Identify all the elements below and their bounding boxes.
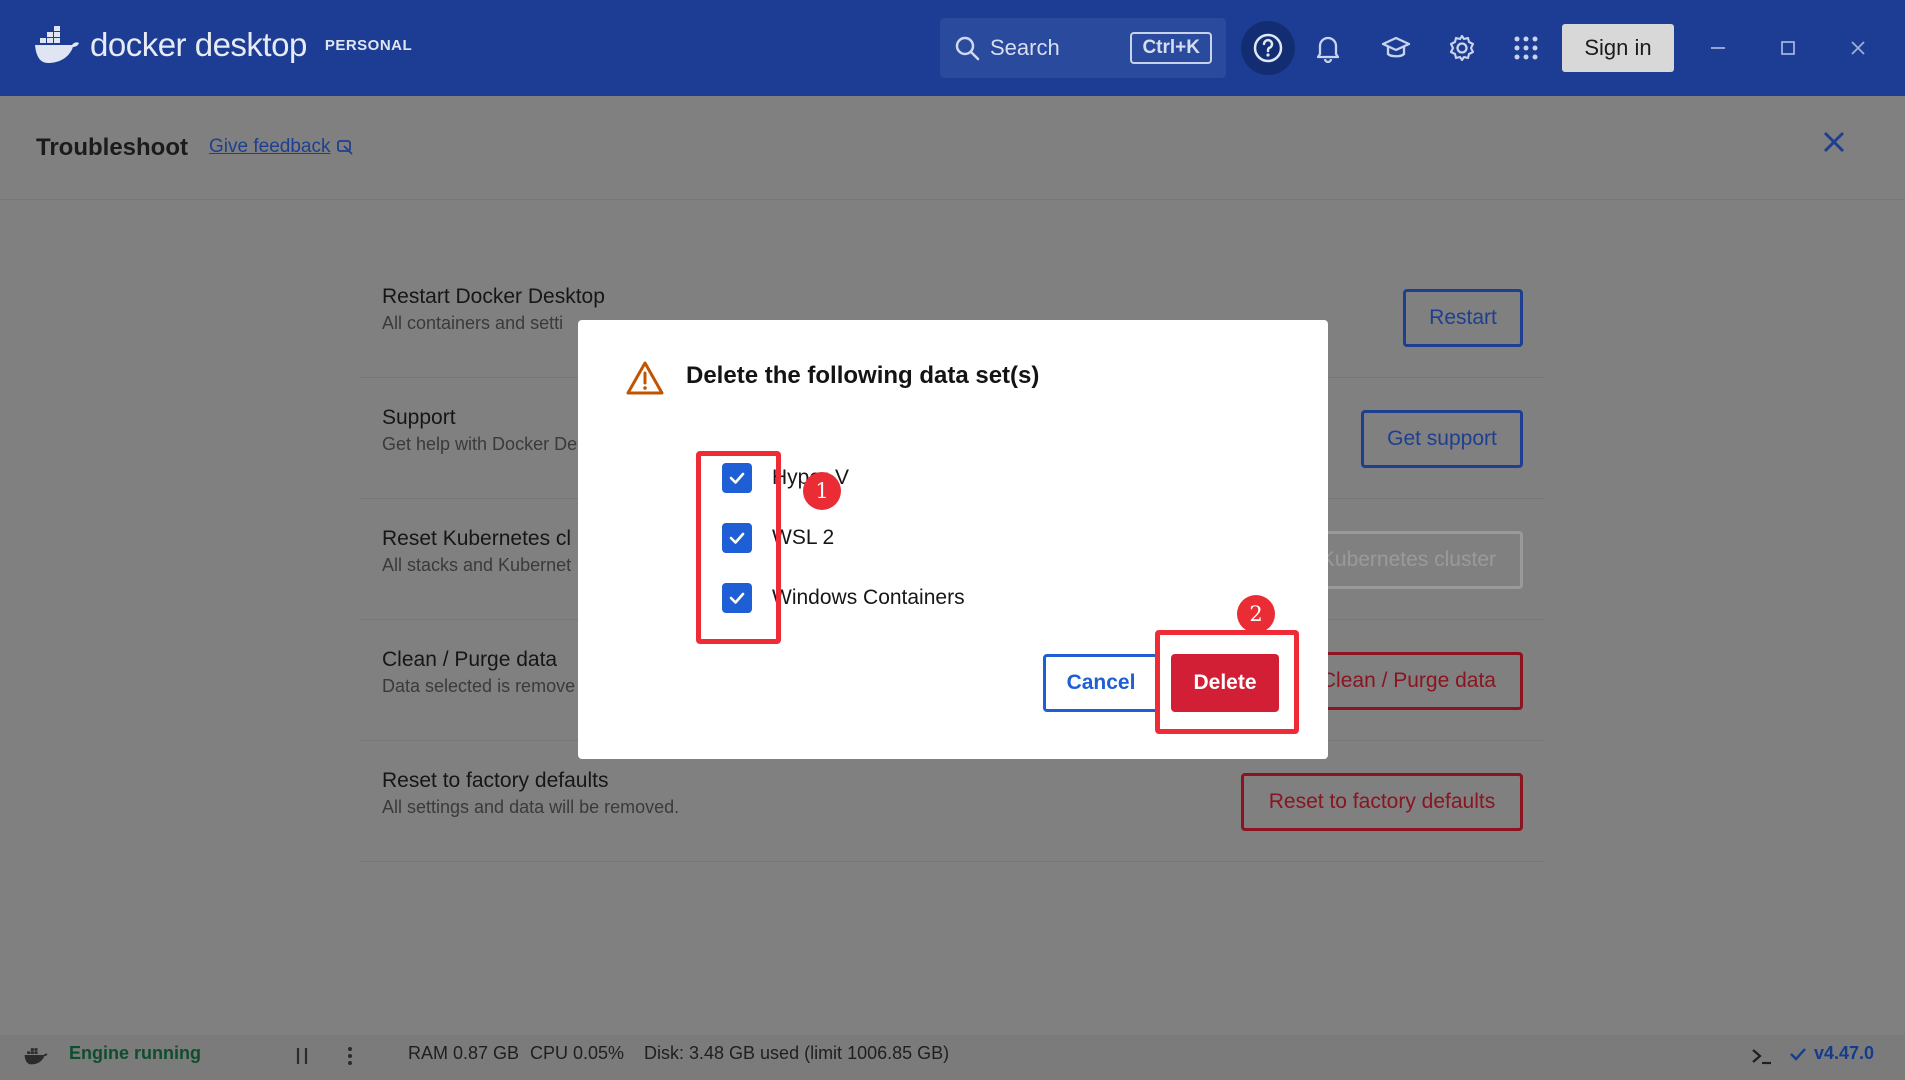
- sign-in-button[interactable]: Sign in: [1562, 24, 1674, 72]
- dialog-title: Delete the following data set(s): [686, 362, 1040, 389]
- row-title: Reset to factory defaults: [382, 769, 609, 792]
- extensions-grid-button[interactable]: [1504, 26, 1548, 70]
- cancel-button[interactable]: Cancel: [1043, 654, 1159, 712]
- row-description: All stacks and Kubernet: [382, 555, 572, 575]
- get-support-button[interactable]: Get support: [1361, 410, 1523, 468]
- row-description: Data selected is remove: [382, 676, 576, 696]
- help-icon: [1253, 33, 1283, 63]
- docker-brand: docker desktop PERSONAL: [34, 26, 412, 64]
- pause-icon: [296, 1048, 308, 1064]
- cpu-usage: CPU 0.05%: [530, 1043, 625, 1063]
- search-shortcut: Ctrl+K: [1130, 32, 1212, 64]
- annotation-box-delete: [1155, 630, 1299, 734]
- option-label: WSL 2: [772, 526, 835, 549]
- notifications-button[interactable]: [1306, 26, 1350, 70]
- checkmark-icon: [1790, 1047, 1806, 1061]
- close-icon: [1851, 41, 1865, 55]
- row-description: All settings and data will be removed.: [382, 797, 680, 817]
- version-indicator[interactable]: v4.47.0: [1788, 1043, 1874, 1064]
- bell-icon: [1316, 36, 1340, 63]
- row-title: Reset Kubernetes cl: [382, 527, 572, 550]
- plan-badge: PERSONAL: [324, 36, 413, 54]
- learning-center-button[interactable]: [1374, 26, 1418, 70]
- maximize-icon: [1781, 41, 1795, 55]
- give-feedback-label: Give feedback: [209, 136, 331, 157]
- search-bar[interactable]: Search Ctrl+K: [940, 18, 1226, 78]
- engine-menu-button[interactable]: [342, 1045, 358, 1072]
- grid-icon: [1514, 36, 1538, 60]
- reset-kubernetes-button[interactable]: Kubernetes cluster: [1300, 531, 1523, 589]
- engine-status: Engine running: [69, 1043, 201, 1063]
- annotation-step-2: 2: [1237, 595, 1275, 633]
- disk-usage: Disk: 3.48 GB used (limit 1006.85 GB): [644, 1043, 950, 1063]
- row-description: All containers and setti: [382, 313, 564, 333]
- annotation-step-1: 1: [803, 472, 841, 510]
- terminal-button[interactable]: [1750, 1045, 1774, 1072]
- minimize-button[interactable]: [1700, 30, 1736, 66]
- version-label: v4.47.0: [1814, 1043, 1875, 1063]
- gear-icon: [1449, 34, 1475, 62]
- close-troubleshoot-button[interactable]: [1822, 126, 1846, 160]
- row-title: Restart Docker Desktop: [382, 285, 605, 308]
- graduation-cap-icon: [1381, 36, 1411, 58]
- feedback-icon: [337, 140, 354, 155]
- title-bar: docker desktop PERSONAL Search Ctrl+K Si…: [0, 0, 1905, 96]
- warning-icon: [626, 361, 664, 395]
- maximize-button[interactable]: [1770, 30, 1806, 66]
- reset-factory-defaults-button[interactable]: Reset to factory defaults: [1241, 773, 1523, 831]
- docker-whale-icon: [35, 26, 79, 63]
- more-vertical-icon: [348, 1047, 352, 1065]
- settings-button[interactable]: [1440, 26, 1484, 70]
- search-placeholder: Search: [990, 35, 1060, 60]
- page-title: Troubleshoot: [36, 134, 188, 161]
- app-name: docker desktop: [90, 26, 307, 63]
- option-label: Windows Containers: [772, 586, 965, 609]
- search-icon: [955, 36, 980, 61]
- terminal-icon: [1752, 1049, 1771, 1065]
- row-title: Clean / Purge data: [382, 648, 558, 671]
- restart-button[interactable]: Restart: [1403, 289, 1523, 347]
- close-icon: [1823, 131, 1845, 153]
- help-button[interactable]: [1241, 21, 1295, 75]
- pause-button[interactable]: [292, 1045, 312, 1072]
- row-title: Support: [382, 406, 456, 429]
- clean-purge-button[interactable]: Clean / Purge data: [1300, 652, 1523, 710]
- give-feedback-link[interactable]: Give feedback: [209, 136, 354, 158]
- ram-usage: RAM 0.87 GB: [408, 1043, 520, 1063]
- docker-whale-icon: [24, 1048, 48, 1065]
- minimize-icon: [1711, 47, 1725, 49]
- window-close-button[interactable]: [1840, 30, 1876, 66]
- annotation-box-checkboxes: [696, 451, 781, 644]
- row-description: Get help with Docker De: [382, 434, 578, 454]
- status-bar: [0, 1035, 1905, 1080]
